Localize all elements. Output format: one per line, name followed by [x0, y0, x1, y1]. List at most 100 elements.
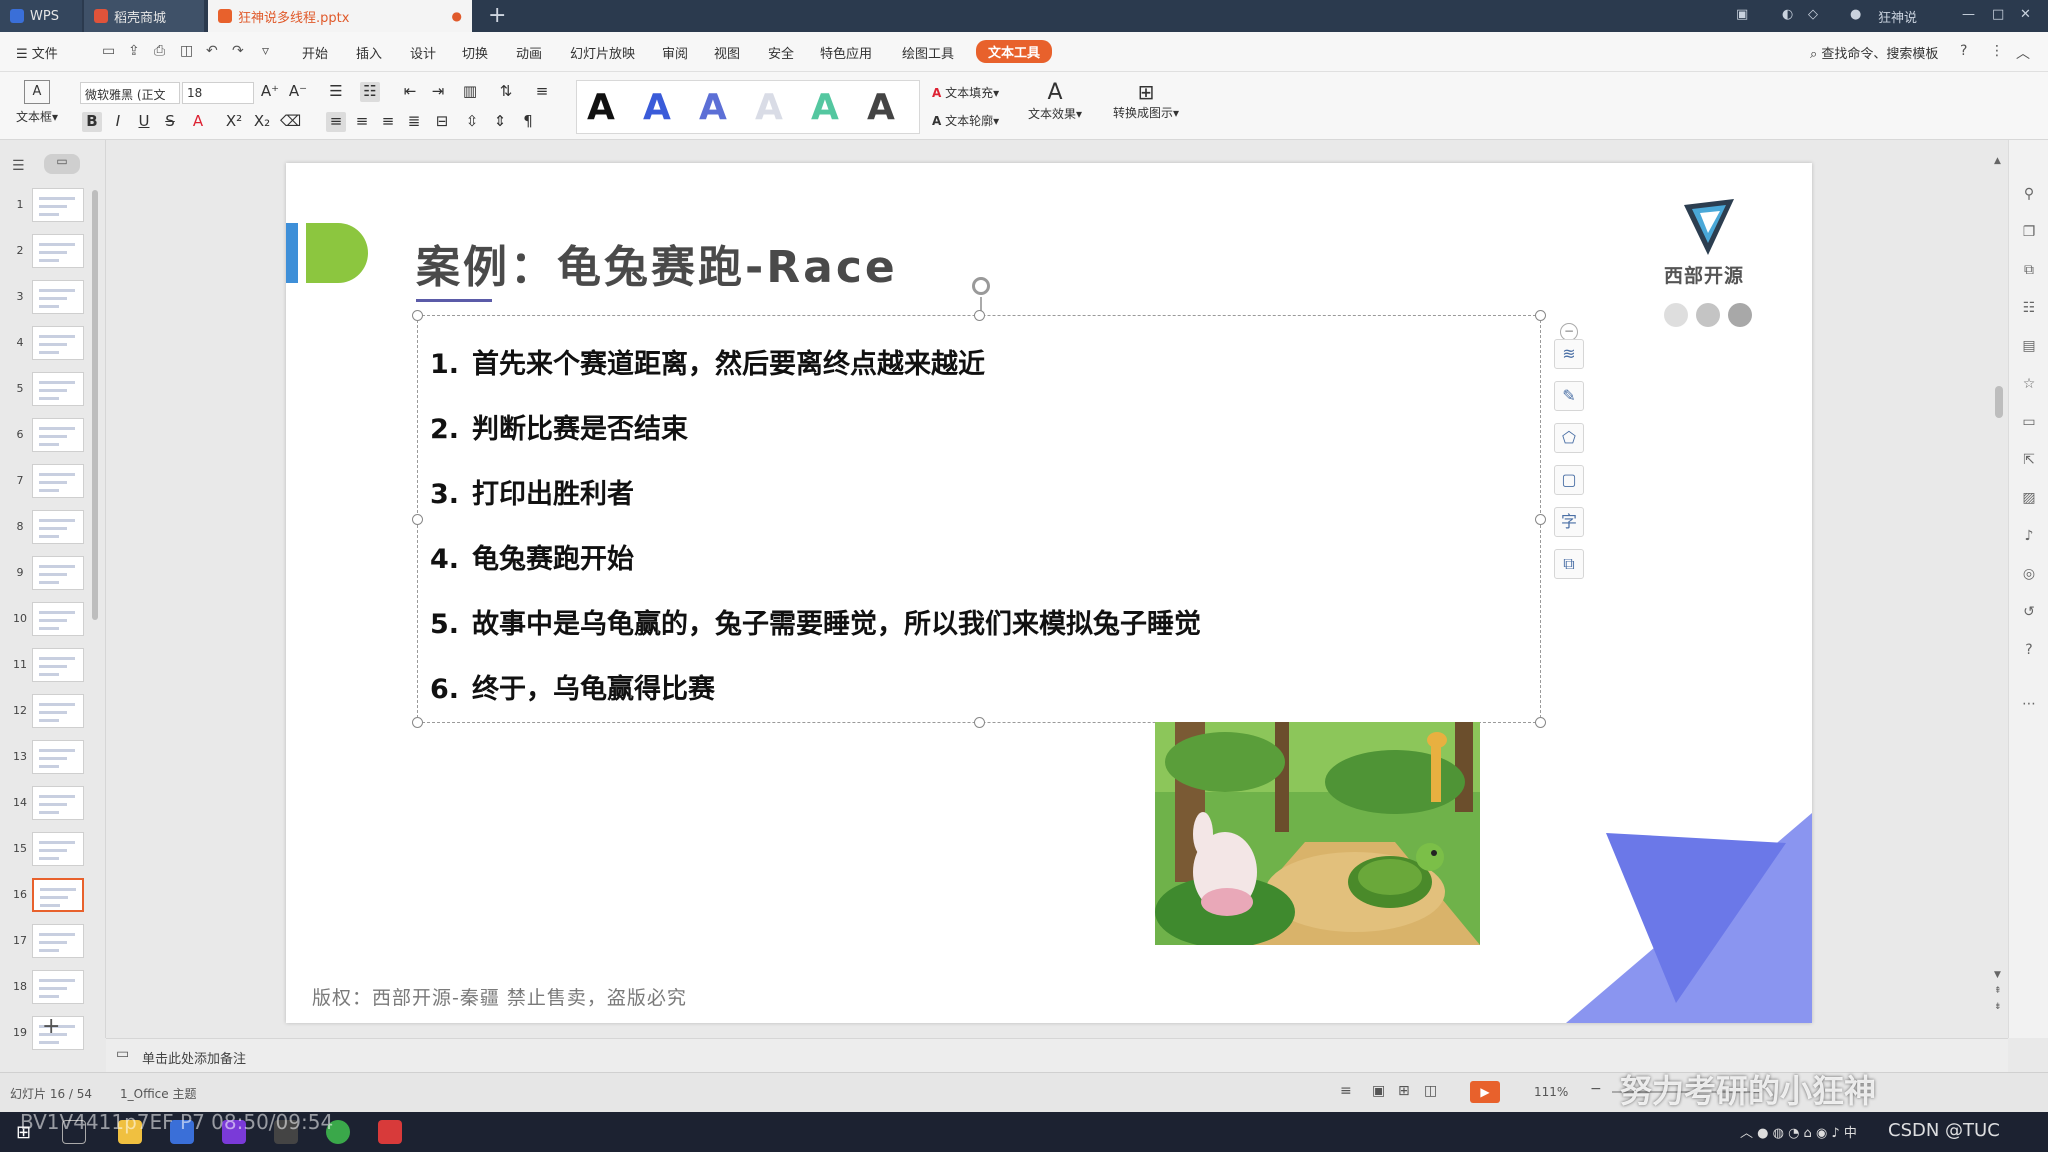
menu-animation[interactable]: 动画: [516, 43, 542, 62]
layers-icon[interactable]: ≋: [1554, 339, 1584, 369]
distribute-icon[interactable]: ⊟: [432, 112, 452, 132]
rotate-handle[interactable]: [972, 277, 990, 295]
font-size-select[interactable]: 18: [182, 82, 254, 104]
list-item[interactable]: 3. 打印出胜利者: [430, 472, 634, 511]
undo-icon[interactable]: ↶: [206, 43, 218, 59]
menu-special[interactable]: 特色应用: [820, 43, 872, 62]
star-icon[interactable]: ☆: [2021, 376, 2037, 392]
ppt-taskbar-icon[interactable]: [378, 1120, 402, 1144]
menu-drawing-tools[interactable]: 绘图工具: [902, 43, 954, 62]
copyright-footer[interactable]: 版权：西部开源-秦疆 禁止售卖，盗版必究: [312, 983, 687, 1010]
text-convert-icon[interactable]: ⧉: [1554, 549, 1584, 579]
text-fill-button[interactable]: A 文本填充▾: [932, 84, 999, 101]
minimize-button[interactable]: —: [1962, 7, 1975, 22]
export-icon[interactable]: ⇪: [128, 43, 140, 59]
slide-thumbnail[interactable]: [32, 464, 84, 498]
next-slide-icon[interactable]: ⇟: [1994, 1002, 2002, 1012]
user-name[interactable]: 狂神说: [1878, 7, 1917, 26]
slide-thumbnail[interactable]: [32, 326, 84, 360]
decrease-indent-icon[interactable]: ⇤: [400, 82, 420, 102]
tab-current-file[interactable]: 狂神说多线程.pptx ●: [208, 0, 472, 32]
strikethrough-button[interactable]: S: [160, 112, 180, 132]
outline-icon[interactable]: ▢: [1554, 465, 1584, 495]
clear-format-icon[interactable]: ⌫: [280, 112, 301, 132]
text-style-2[interactable]: A: [643, 87, 671, 128]
resize-handle-top[interactable]: [974, 310, 985, 321]
tray-icons[interactable]: ︿ ● ◍ ◔ ⌂ ◉ ♪ 中: [1740, 1122, 1857, 1141]
pin-icon[interactable]: ⚲: [2021, 186, 2037, 202]
window-count-icon[interactable]: ▣: [1736, 7, 1748, 22]
file-menu[interactable]: ☰ 文件: [16, 43, 58, 62]
slide-title[interactable]: 案例：龟兔赛跑-Race: [416, 231, 898, 295]
maximize-button[interactable]: □: [1992, 7, 2004, 22]
content-textbox[interactable]: 1. 首先来个赛道距离，然后要离终点越来越近 2. 判断比赛是否结束 3. 打印出胜利…: [412, 310, 1546, 728]
menu-text-tools[interactable]: 文本工具: [976, 40, 1053, 63]
font-name-select[interactable]: 微软雅黑 (正文: [80, 82, 180, 104]
slide-thumbnail[interactable]: [32, 648, 84, 682]
list-item[interactable]: 4. 龟兔赛跑开始: [430, 537, 634, 576]
bold-button[interactable]: B: [82, 112, 102, 132]
list-item[interactable]: 2. 判断比赛是否结束: [430, 407, 688, 446]
shapes-icon[interactable]: ❐: [2021, 224, 2037, 240]
more-icon[interactable]: ⋮: [1990, 43, 2004, 59]
save-icon[interactable]: ▭: [102, 43, 115, 59]
italic-button[interactable]: I: [108, 112, 128, 132]
tab-docer-store[interactable]: 稻壳商城: [84, 0, 204, 32]
menu-insert[interactable]: 插入: [356, 43, 382, 62]
para-spacing-icon[interactable]: ⇳: [462, 112, 482, 132]
user-avatar[interactable]: ●: [1850, 7, 1861, 22]
resize-handle-br[interactable]: [1535, 717, 1546, 728]
line-spacing-2-icon[interactable]: ⇕: [490, 112, 510, 132]
text-format-icon[interactable]: 字: [1554, 507, 1584, 537]
help-sidebar-icon[interactable]: ?: [2021, 642, 2037, 658]
more-sidebar-icon[interactable]: ⋯: [2021, 696, 2037, 712]
tab-close-icon[interactable]: ●: [452, 9, 462, 23]
list-item[interactable]: 6. 终于，乌龟赢得比赛: [430, 667, 715, 706]
menu-security[interactable]: 安全: [768, 43, 794, 62]
increase-indent-icon[interactable]: ⇥: [428, 82, 448, 102]
menu-review[interactable]: 审阅: [662, 43, 688, 62]
slide-thumbnail[interactable]: [32, 372, 84, 406]
add-slide-button[interactable]: +: [42, 1014, 60, 1039]
menu-transition[interactable]: 切换: [462, 43, 488, 62]
slide-thumbnail[interactable]: [32, 556, 84, 590]
resize-handle-tl[interactable]: [412, 310, 423, 321]
text-style-5[interactable]: A: [811, 87, 839, 128]
slide-thumbnail[interactable]: [32, 878, 84, 912]
text-style-1[interactable]: A: [587, 87, 615, 128]
slide-thumbnail[interactable]: [32, 832, 84, 866]
tab-wps[interactable]: WPS: [0, 0, 82, 32]
menu-design[interactable]: 设计: [410, 43, 436, 62]
slide-thumbnail[interactable]: [32, 786, 84, 820]
resize-handle-bottom[interactable]: [974, 717, 985, 728]
help-icon[interactable]: ?: [1960, 43, 1967, 59]
image-library-icon[interactable]: ▤: [2021, 338, 2037, 354]
menu-view[interactable]: 视图: [714, 43, 740, 62]
template-icon[interactable]: ▭: [2021, 414, 2037, 430]
resize-handle-tr[interactable]: [1535, 310, 1546, 321]
numbered-list-icon[interactable]: ☷: [360, 82, 380, 102]
resize-handle-right[interactable]: [1535, 514, 1546, 525]
picture-icon[interactable]: ▨: [2021, 490, 2037, 506]
slide-view-icon[interactable]: ▭: [44, 154, 80, 174]
text-style-3[interactable]: A: [699, 87, 727, 128]
print-icon[interactable]: ⎙: [154, 43, 165, 59]
tortoise-hare-illustration[interactable]: [1155, 722, 1480, 945]
text-style-6[interactable]: A: [867, 87, 895, 128]
animation-icon[interactable]: ◎: [2021, 566, 2037, 582]
zoom-level[interactable]: 111%: [1534, 1085, 1568, 1099]
sorter-view-icon[interactable]: ⊞: [1398, 1083, 1410, 1099]
convert-diagram-button[interactable]: ⊞ 转换成图示▾: [1106, 80, 1186, 121]
redo-icon[interactable]: ↷: [232, 43, 244, 59]
align-center-icon[interactable]: ≡: [352, 112, 372, 132]
slide-thumbnail[interactable]: [32, 280, 84, 314]
search-command[interactable]: ⌕ 查找命令、搜索模板: [1810, 43, 1938, 62]
align-left-icon[interactable]: ≡: [326, 112, 346, 132]
panel-scrollbar[interactable]: [92, 190, 98, 620]
preview-icon[interactable]: ◫: [180, 43, 193, 59]
menu-start[interactable]: 开始: [302, 43, 328, 62]
slide-thumbnail[interactable]: [32, 234, 84, 268]
normal-view-icon[interactable]: ▣: [1372, 1083, 1385, 1099]
underline-button[interactable]: U: [134, 112, 154, 132]
collapse-ribbon-icon[interactable]: ︿: [2016, 43, 2030, 63]
